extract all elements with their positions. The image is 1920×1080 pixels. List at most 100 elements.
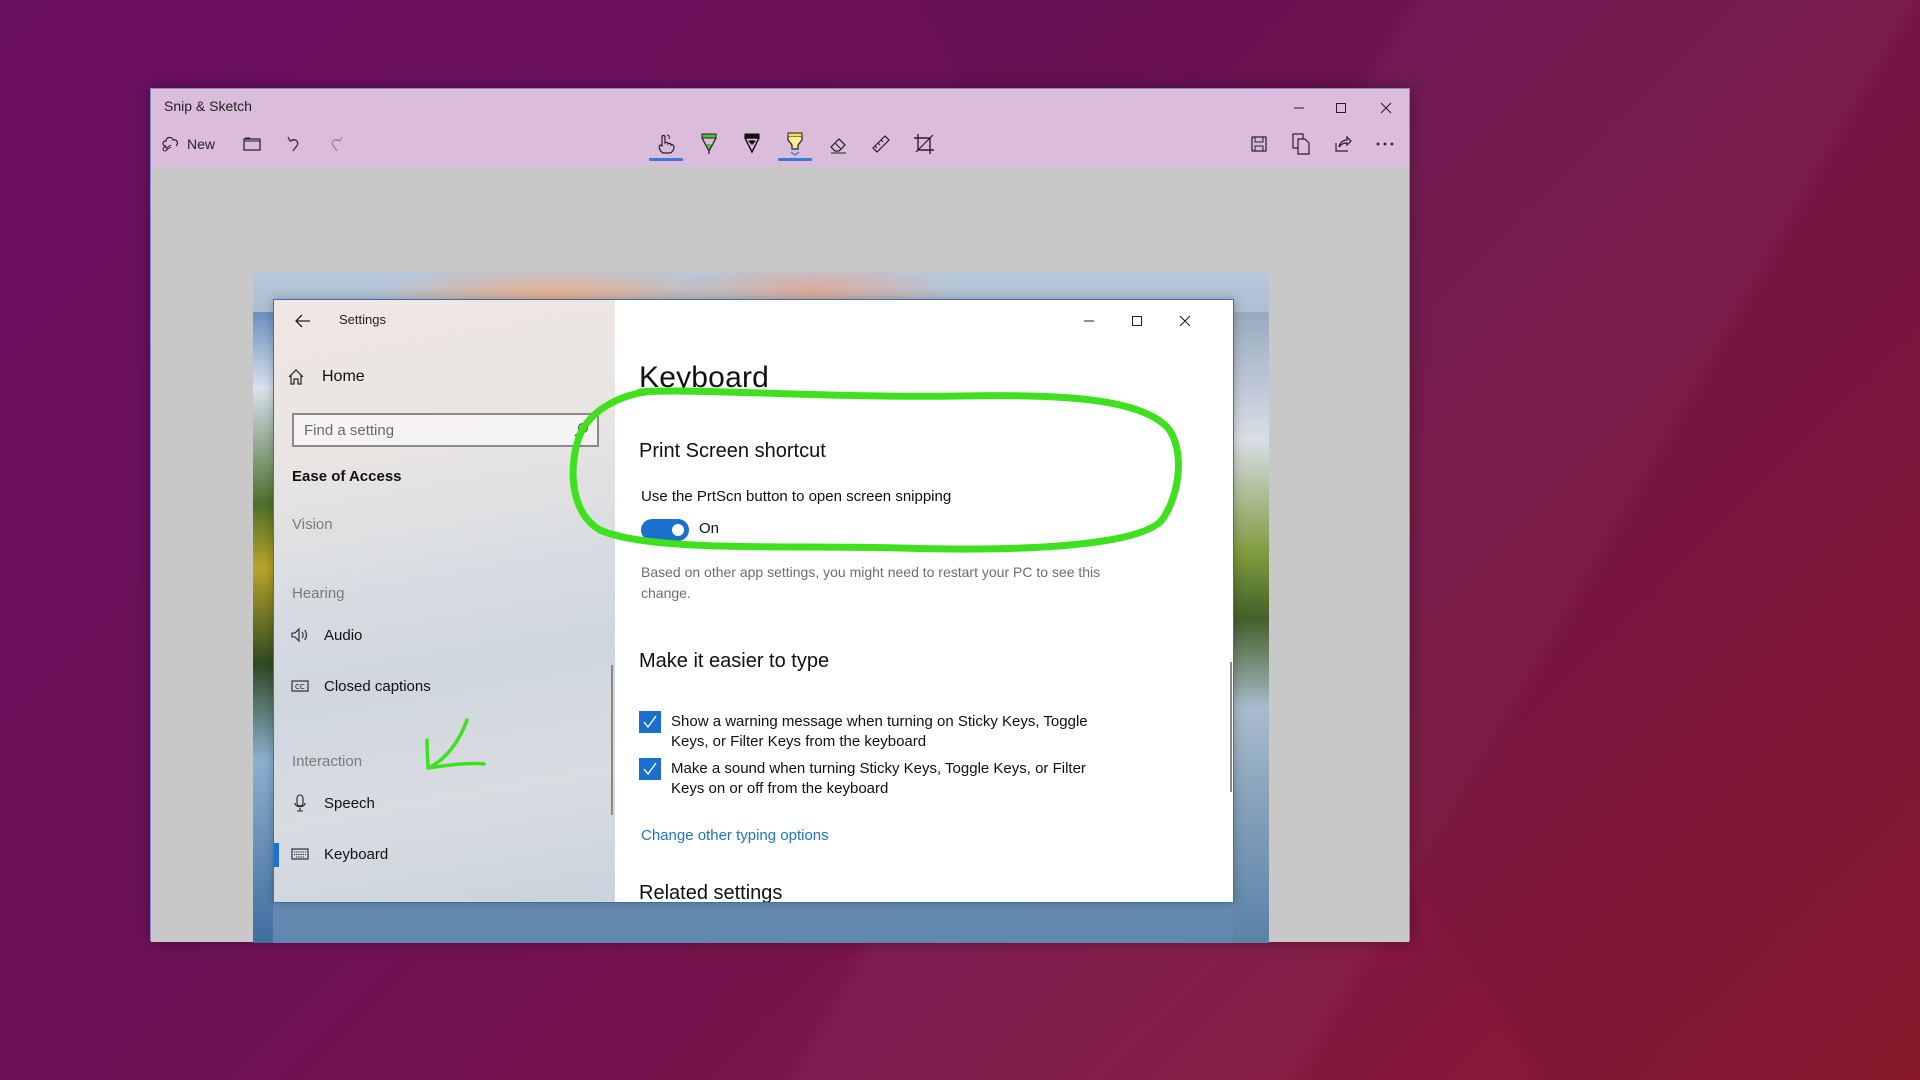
checkmark-icon xyxy=(643,762,657,776)
scissors-cloud-icon xyxy=(162,136,179,152)
minimize-icon xyxy=(1294,107,1304,109)
close-icon xyxy=(1179,315,1191,327)
share-icon xyxy=(1335,135,1352,152)
sidebar-scrollbar[interactable] xyxy=(611,665,613,815)
settings-main-pane: Keyboard Print Screen shortcut Use the P… xyxy=(615,300,1233,903)
copy-icon xyxy=(1292,133,1310,155)
highlighter-button[interactable] xyxy=(774,127,816,161)
page-title: Keyboard xyxy=(639,361,770,394)
highlighter-icon xyxy=(787,132,803,156)
audio-label: Audio xyxy=(324,626,363,644)
back-button[interactable] xyxy=(288,306,318,336)
eraser-icon xyxy=(830,138,846,154)
settings-title: Settings xyxy=(339,312,386,327)
svg-text:CC: CC xyxy=(295,683,305,691)
active-tool-indicator xyxy=(649,158,683,161)
checkbox-label: Show a warning message when turning on S… xyxy=(671,713,1088,750)
search-box[interactable] xyxy=(292,413,599,447)
wallpaper-strip xyxy=(253,312,273,943)
print-screen-heading: Print Screen shortcut xyxy=(639,440,826,462)
group-interaction: Interaction xyxy=(292,753,363,770)
redo-icon xyxy=(331,136,343,152)
speech-label: Speech xyxy=(324,794,375,812)
snip-and-sketch-window: Snip & Sketch New Settings Home Find a s… xyxy=(150,88,1410,943)
microphone-icon xyxy=(290,794,310,812)
close-icon xyxy=(1380,102,1392,114)
ruler-icon xyxy=(872,135,890,153)
pencil-button[interactable] xyxy=(731,127,773,161)
ballpoint-pen-button[interactable] xyxy=(688,127,730,161)
group-hearing: Hearing xyxy=(292,585,345,602)
crop-button[interactable] xyxy=(903,127,945,161)
easier-to-type-heading: Make it easier to type xyxy=(639,650,830,672)
print-screen-description: Use the PrtScn button to open screen sni… xyxy=(641,488,952,505)
related-settings-heading: Related settings xyxy=(639,882,783,903)
crop-icon xyxy=(914,134,934,154)
active-tool-indicator xyxy=(778,158,812,161)
change-typing-options-link[interactable]: Change other typing options xyxy=(641,827,829,844)
keyboard-label: Keyboard xyxy=(324,845,389,863)
undo-icon xyxy=(287,136,299,152)
ruler-button[interactable] xyxy=(860,127,902,161)
restart-note: Based on other app settings, you might n… xyxy=(641,564,1101,601)
minimize-icon xyxy=(1084,320,1094,322)
closed-captions-icon: CC xyxy=(290,680,310,692)
touch-writing-button[interactable] xyxy=(645,127,687,161)
main-scrollbar[interactable] xyxy=(1230,662,1232,792)
snip-canvas[interactable]: Settings Home Ease of Access xyxy=(151,166,1409,943)
maximize-button[interactable] xyxy=(1318,93,1364,123)
open-file-button[interactable] xyxy=(237,127,267,161)
home-icon xyxy=(288,369,304,385)
settings-window: Settings Home Ease of Access xyxy=(273,299,1234,903)
folder-icon xyxy=(243,137,261,151)
minimize-button[interactable] xyxy=(1276,93,1322,123)
wallpaper-strip xyxy=(1233,312,1269,943)
checkbox[interactable] xyxy=(639,711,661,733)
save-icon xyxy=(1251,136,1267,152)
settings-sidebar: Settings Home Ease of Access xyxy=(274,300,615,902)
checkbox[interactable] xyxy=(639,758,661,780)
close-button[interactable] xyxy=(1363,93,1409,123)
checkmark-icon xyxy=(643,715,657,729)
more-icon xyxy=(1376,142,1394,146)
captured-screenshot: Settings Home Ease of Access xyxy=(253,272,1269,943)
redo-button[interactable] xyxy=(321,127,351,161)
keyboard-icon xyxy=(290,848,310,860)
settings-maximize-button[interactable] xyxy=(1113,306,1161,336)
settings-close-button[interactable] xyxy=(1161,306,1209,336)
new-label: New xyxy=(187,136,216,152)
toggle-knob xyxy=(672,524,684,536)
sidebar-item-audio[interactable]: Audio xyxy=(274,615,615,655)
sidebar-item-speech[interactable]: Speech xyxy=(274,783,615,823)
home-label: Home xyxy=(322,368,365,385)
sidebar-item-keyboard[interactable]: Keyboard xyxy=(274,834,615,874)
search-icon[interactable] xyxy=(573,422,589,443)
checkbox-warning-message[interactable]: Show a warning message when turning on S… xyxy=(639,711,1119,752)
search-input[interactable] xyxy=(304,421,554,439)
checkbox-make-sound[interactable]: Make a sound when turning Sticky Keys, T… xyxy=(639,758,1119,799)
maximize-icon xyxy=(1336,103,1346,113)
save-button[interactable] xyxy=(1239,127,1279,161)
touch-hand-icon xyxy=(658,134,675,154)
more-options-button[interactable] xyxy=(1365,127,1405,161)
toggle-state-label: On xyxy=(699,520,720,537)
back-arrow-icon xyxy=(295,314,310,328)
maximize-icon xyxy=(1132,316,1142,326)
prtscn-toggle[interactable] xyxy=(641,519,689,541)
undo-button[interactable] xyxy=(279,127,309,161)
new-snip-button[interactable]: New xyxy=(161,127,215,161)
group-vision: Vision xyxy=(292,516,333,533)
pen-icon xyxy=(701,133,717,154)
app-title: Snip & Sketch xyxy=(164,98,252,114)
snip-titlebar: Snip & Sketch New xyxy=(151,89,1409,166)
pencil-icon xyxy=(743,133,761,154)
eraser-button[interactable] xyxy=(817,127,859,161)
settings-minimize-button[interactable] xyxy=(1065,306,1113,336)
sidebar-item-closed-captions[interactable]: CC Closed captions xyxy=(274,666,615,706)
closed-captions-label: Closed captions xyxy=(324,677,431,695)
share-button[interactable] xyxy=(1323,127,1363,161)
section-ease-of-access: Ease of Access xyxy=(292,468,402,485)
sidebar-item-home[interactable]: Home xyxy=(288,362,365,392)
copy-button[interactable] xyxy=(1281,127,1321,161)
checkbox-label: Make a sound when turning Sticky Keys, T… xyxy=(671,760,1086,797)
